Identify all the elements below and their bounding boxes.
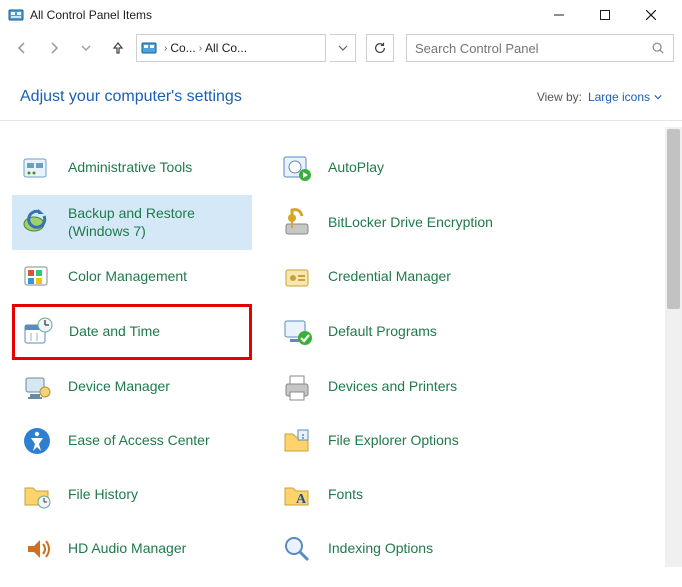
breadcrumb-segment[interactable]: All Co...	[205, 41, 247, 55]
cp-item-label: Device Manager	[68, 378, 170, 396]
chevron-right-icon: ›	[199, 43, 202, 54]
view-by-label: View by:	[537, 90, 582, 104]
admin-tools-icon	[20, 151, 54, 185]
cp-item-label: Administrative Tools	[68, 159, 192, 177]
cp-item[interactable]: Devices and Printers	[272, 360, 532, 414]
cp-item[interactable]: Device Manager	[12, 360, 252, 414]
cp-item[interactable]: Default Programs	[272, 304, 532, 360]
search-input[interactable]	[415, 41, 651, 56]
scrollbar[interactable]	[665, 127, 682, 567]
cp-item[interactable]: Backup and Restore (Windows 7)	[12, 195, 252, 250]
cp-item[interactable]: BitLocker Drive Encryption	[272, 195, 532, 250]
cp-item-label: Credential Manager	[328, 268, 451, 286]
control-panel-icon	[8, 7, 24, 23]
file-history-icon	[20, 478, 54, 512]
cp-item[interactable]: AutoPlay	[272, 141, 532, 195]
devices-printers-icon	[280, 370, 314, 404]
back-button[interactable]	[8, 34, 36, 62]
divider	[0, 120, 682, 121]
window-title: All Control Panel Items	[30, 8, 536, 22]
cp-item[interactable]: Indexing Options	[272, 522, 532, 567]
cp-item-label: Color Management	[68, 268, 187, 286]
subheader: Adjust your computer's settings View by:…	[0, 66, 682, 120]
backup-restore-icon	[20, 206, 54, 240]
bitlocker-icon	[280, 206, 314, 240]
cp-item-label: Indexing Options	[328, 540, 433, 558]
chevron-right-icon: ›	[164, 43, 167, 54]
items-area: Administrative Tools AutoPlay Backup and R…	[0, 127, 682, 567]
close-button[interactable]	[628, 0, 674, 30]
maximize-button[interactable]	[582, 0, 628, 30]
nav-toolbar: › Co... › All Co...	[0, 30, 682, 66]
breadcrumb-dropdown[interactable]	[330, 34, 356, 62]
up-button[interactable]	[104, 34, 132, 62]
hd-audio-icon	[20, 532, 54, 566]
cp-item[interactable]: Administrative Tools	[12, 141, 252, 195]
cp-item[interactable]: A Fonts	[272, 468, 532, 522]
date-time-icon	[21, 315, 55, 349]
cp-item-label: Date and Time	[69, 323, 160, 341]
cp-item[interactable]: Credential Manager	[272, 250, 532, 304]
search-box[interactable]	[406, 34, 674, 62]
chevron-down-icon	[654, 93, 662, 101]
view-by-dropdown[interactable]: Large icons	[588, 90, 662, 104]
fonts-icon: A	[280, 478, 314, 512]
cp-item-label: Ease of Access Center	[68, 432, 210, 450]
svg-text:A: A	[296, 492, 307, 507]
breadcrumb-segment[interactable]: Co...	[170, 41, 195, 55]
cp-item-label: BitLocker Drive Encryption	[328, 214, 493, 232]
page-title: Adjust your computer's settings	[20, 88, 537, 106]
scrollbar-thumb[interactable]	[667, 129, 680, 309]
device-manager-icon	[20, 370, 54, 404]
refresh-button[interactable]	[366, 34, 394, 62]
credential-manager-icon	[280, 260, 314, 294]
cp-item[interactable]: Date and Time	[12, 304, 252, 360]
cp-item[interactable]: HD Audio Manager	[12, 522, 252, 567]
titlebar: All Control Panel Items	[0, 0, 682, 30]
breadcrumb[interactable]: › Co... › All Co...	[136, 34, 326, 62]
cp-item-label: File History	[68, 486, 138, 504]
ease-of-access-icon	[20, 424, 54, 458]
cp-item-label: AutoPlay	[328, 159, 384, 177]
cp-item-label: Default Programs	[328, 323, 437, 341]
color-management-icon	[20, 260, 54, 294]
view-by-value: Large icons	[588, 90, 650, 104]
cp-item-label: Fonts	[328, 486, 363, 504]
cp-item-label: Devices and Printers	[328, 378, 457, 396]
cp-item-label: File Explorer Options	[328, 432, 459, 450]
forward-button[interactable]	[40, 34, 68, 62]
cp-item[interactable]: Color Management	[12, 250, 252, 304]
file-explorer-options-icon	[280, 424, 314, 458]
minimize-button[interactable]	[536, 0, 582, 30]
cp-item[interactable]: File Explorer Options	[272, 414, 532, 468]
indexing-options-icon	[280, 532, 314, 566]
recent-dropdown[interactable]	[72, 34, 100, 62]
cp-item[interactable]: Ease of Access Center	[12, 414, 252, 468]
cp-item-label: HD Audio Manager	[68, 540, 186, 558]
search-icon	[651, 41, 665, 55]
cp-item-label: Backup and Restore (Windows 7)	[68, 205, 244, 240]
cp-item[interactable]: File History	[12, 468, 252, 522]
autoplay-icon	[280, 151, 314, 185]
default-programs-icon	[280, 315, 314, 349]
control-panel-icon	[141, 40, 157, 56]
